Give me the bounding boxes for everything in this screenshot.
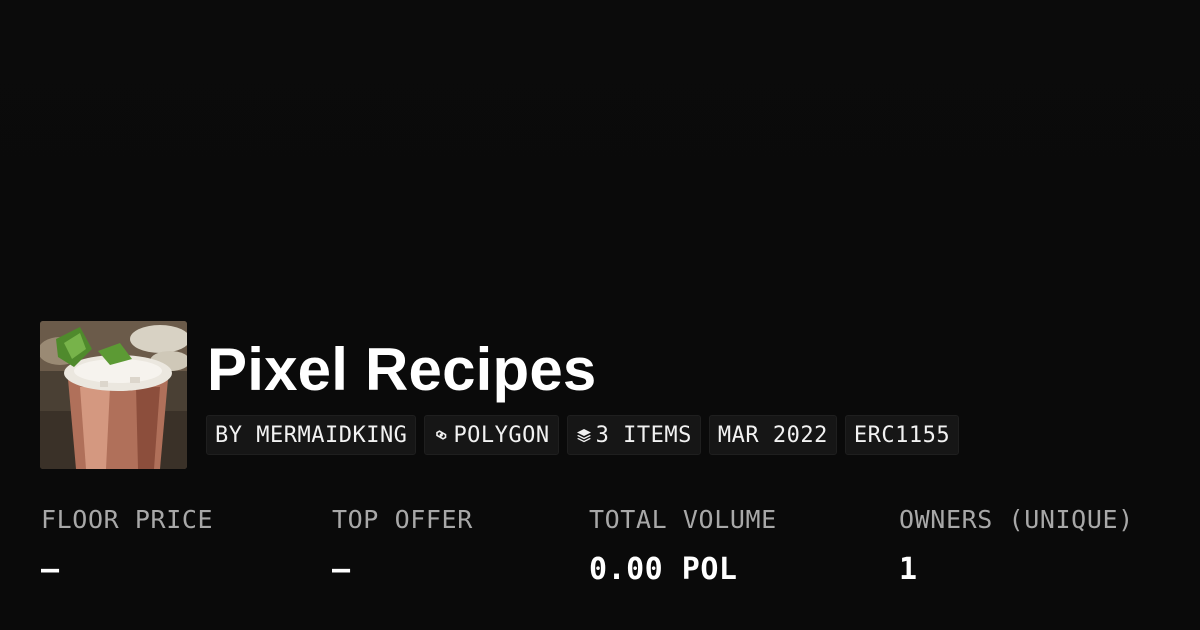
polygon-chain-icon	[433, 427, 449, 443]
layers-icon	[576, 427, 592, 443]
chain-chip-label: POLYGON	[453, 422, 550, 448]
stat-value: 0.00 POL	[589, 552, 738, 587]
stat-value: 1	[899, 552, 918, 587]
stat-label: OWNERS (UNIQUE)	[899, 505, 1134, 534]
created-date-chip: MAR 2022	[708, 415, 837, 455]
items-count-label: 3 ITEMS	[595, 422, 692, 448]
collection-meta-chips: BY MERMAIDKING POLYGON 3 ITEMS MAR 2022 …	[206, 415, 960, 455]
stat-top-offer: TOP OFFER –	[332, 500, 473, 590]
pixel-art-copper-mug-image	[40, 321, 187, 469]
stat-total-volume: TOTAL VOLUME 0.00 POL	[589, 500, 777, 590]
stat-owners: OWNERS (UNIQUE) 1	[899, 500, 1134, 590]
items-count-chip[interactable]: 3 ITEMS	[566, 415, 701, 455]
stat-label: TOP OFFER	[332, 505, 473, 534]
stat-label: TOTAL VOLUME	[589, 505, 777, 534]
creator-chip[interactable]: BY MERMAIDKING	[206, 415, 417, 455]
banner-background	[0, 0, 1200, 320]
stat-label: FLOOR PRICE	[41, 505, 214, 534]
stat-value: –	[41, 552, 60, 587]
stat-value: –	[332, 552, 351, 587]
creator-chip-label: BY MERMAIDKING	[215, 422, 408, 448]
collection-title: Pixel Recipes	[207, 336, 597, 403]
chain-chip[interactable]: POLYGON	[424, 415, 559, 455]
token-standard-label: ERC1155	[853, 422, 951, 448]
collection-avatar	[40, 321, 187, 469]
created-date-label: MAR 2022	[717, 422, 828, 448]
stat-floor-price: FLOOR PRICE –	[41, 500, 213, 590]
token-standard-chip: ERC1155	[844, 415, 960, 455]
